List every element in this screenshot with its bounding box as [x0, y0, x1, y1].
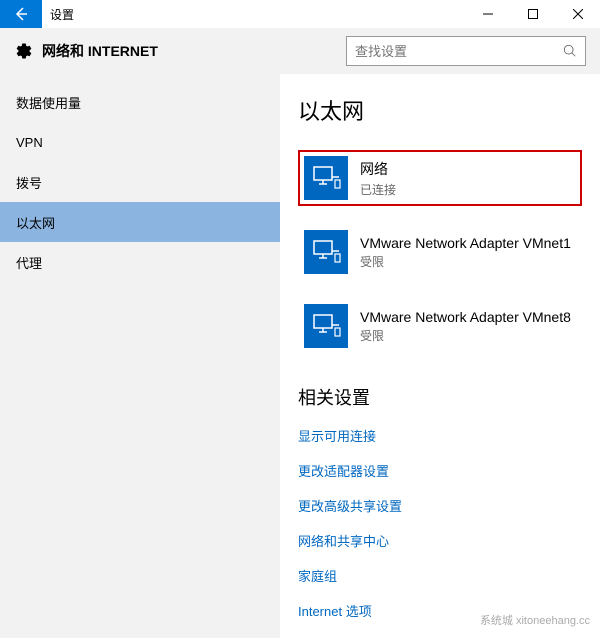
titlebar-title: 设置	[42, 6, 465, 23]
sidebar-item-label: 代理	[16, 253, 42, 272]
network-status: 受限	[360, 327, 571, 344]
sidebar-item-label: 数据使用量	[16, 93, 81, 112]
close-icon	[573, 9, 583, 19]
window-controls	[465, 0, 600, 28]
search-icon	[563, 44, 577, 58]
related-settings-title: 相关设置	[298, 384, 582, 410]
content: 数据使用量 VPN 拨号 以太网 代理 以太网 网络 已连接 VMware Ne…	[0, 74, 600, 638]
sidebar-item-dialup[interactable]: 拨号	[0, 162, 280, 202]
sidebar-item-ethernet[interactable]: 以太网	[0, 202, 280, 242]
network-info: VMware Network Adapter VMnet8 受限	[360, 309, 571, 344]
sidebar-item-label: 拨号	[16, 173, 42, 192]
back-arrow-icon	[13, 6, 29, 22]
network-icon	[304, 304, 348, 348]
header-title: 网络和 INTERNET	[42, 41, 346, 61]
network-info: 网络 已连接	[360, 159, 396, 198]
main-panel: 以太网 网络 已连接 VMware Network Adapter VMnet1…	[280, 74, 600, 638]
sidebar: 数据使用量 VPN 拨号 以太网 代理	[0, 74, 280, 638]
maximize-button[interactable]	[510, 0, 555, 28]
sidebar-item-vpn[interactable]: VPN	[0, 122, 280, 162]
minimize-button[interactable]	[465, 0, 510, 28]
network-item[interactable]: VMware Network Adapter VMnet8 受限	[298, 298, 582, 354]
link-network-sharing-center[interactable]: 网络和共享中心	[298, 531, 582, 550]
sidebar-item-label: 以太网	[16, 213, 55, 232]
titlebar: 设置	[0, 0, 600, 28]
gear-icon	[14, 41, 34, 61]
maximize-icon	[528, 9, 538, 19]
network-status: 受限	[360, 253, 571, 270]
page-title: 以太网	[298, 94, 582, 126]
search-box[interactable]	[346, 36, 586, 66]
close-button[interactable]	[555, 0, 600, 28]
link-show-connections[interactable]: 显示可用连接	[298, 426, 582, 445]
back-button[interactable]	[0, 0, 42, 28]
header: 网络和 INTERNET	[0, 28, 600, 74]
sidebar-item-label: VPN	[16, 135, 43, 150]
network-icon	[304, 156, 348, 200]
network-item[interactable]: VMware Network Adapter VMnet1 受限	[298, 224, 582, 280]
network-status: 已连接	[360, 181, 396, 198]
network-item[interactable]: 网络 已连接	[298, 150, 582, 206]
link-homegroup[interactable]: 家庭组	[298, 566, 582, 585]
minimize-icon	[483, 9, 493, 19]
network-name: 网络	[360, 159, 396, 179]
network-name: VMware Network Adapter VMnet1	[360, 235, 571, 251]
link-advanced-sharing[interactable]: 更改高级共享设置	[298, 496, 582, 515]
network-name: VMware Network Adapter VMnet8	[360, 309, 571, 325]
sidebar-item-proxy[interactable]: 代理	[0, 242, 280, 282]
network-icon	[304, 230, 348, 274]
sidebar-item-data-usage[interactable]: 数据使用量	[0, 82, 280, 122]
link-internet-options[interactable]: Internet 选项	[298, 601, 582, 620]
search-input[interactable]	[355, 44, 563, 59]
link-change-adapter[interactable]: 更改适配器设置	[298, 461, 582, 480]
network-info: VMware Network Adapter VMnet1 受限	[360, 235, 571, 270]
